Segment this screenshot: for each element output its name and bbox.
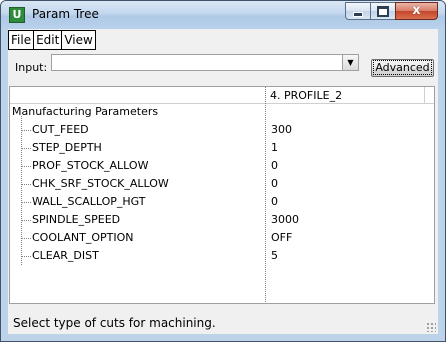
param-name: CLEAR_DIST — [32, 249, 99, 262]
param-value[interactable]: 300 — [271, 123, 292, 136]
param-name: STEP_DEPTH — [32, 141, 102, 154]
window-title: Param Tree — [32, 7, 99, 21]
maximize-button[interactable] — [370, 2, 396, 20]
menu-view[interactable]: View — [61, 30, 96, 50]
param-value[interactable]: 0 — [271, 177, 278, 190]
minimize-button[interactable] — [345, 2, 371, 20]
param-name: WALL_SCALLOP_HGT — [32, 195, 146, 208]
tree-row-clear-dist[interactable]: CLEAR_DIST 5 — [10, 247, 434, 265]
tree-branch — [22, 202, 31, 203]
tree-row-coolant-option[interactable]: COOLANT_OPTION OFF — [10, 229, 434, 247]
tree-branch — [22, 256, 31, 257]
input-combobox[interactable]: ▼ — [51, 54, 359, 71]
column-header-label: 4. PROFILE_2 — [270, 89, 343, 102]
tree-branch — [22, 184, 31, 185]
tree-root-label: Manufacturing Parameters — [12, 105, 159, 118]
header-divider — [424, 87, 425, 103]
param-value[interactable]: 0 — [271, 195, 278, 208]
param-name: PROF_STOCK_ALLOW — [32, 159, 149, 172]
status-message: Select type of cuts for machining. — [13, 316, 216, 330]
menu-bar: File Edit View — [8, 30, 96, 50]
tree-branch — [22, 148, 31, 149]
input-label: Input: — [15, 61, 48, 74]
tree-branch — [22, 220, 31, 221]
tree-branch — [22, 166, 31, 167]
param-tree-panel[interactable]: 4. PROFILE_2 Manufacturing Parameters CU… — [9, 86, 435, 304]
param-name: CHK_SRF_STOCK_ALLOW — [32, 177, 169, 190]
title-bar[interactable]: U Param Tree x — [1, 1, 445, 29]
menu-file[interactable]: File — [8, 30, 35, 50]
tree-row-cut-feed[interactable]: CUT_FEED 300 — [10, 121, 434, 139]
tree-branch — [22, 238, 31, 239]
tree-branch — [22, 130, 31, 131]
menu-edit[interactable]: Edit — [33, 30, 63, 50]
dropdown-button[interactable]: ▼ — [342, 55, 358, 70]
resize-grip-icon[interactable] — [426, 322, 436, 332]
param-value[interactable]: 1 — [271, 141, 278, 154]
param-value[interactable]: 3000 — [271, 213, 299, 226]
advanced-button-label: Advanced — [373, 60, 432, 75]
tree-row-prof-stock-allow[interactable]: PROF_STOCK_ALLOW 0 — [10, 157, 434, 175]
close-icon: x — [412, 3, 421, 18]
client-area: File Edit View Input: ▼ Advanced 4. PROF… — [8, 29, 438, 334]
param-name: COOLANT_OPTION — [32, 231, 134, 244]
param-value[interactable]: OFF — [271, 231, 292, 244]
param-value[interactable]: 5 — [271, 249, 278, 262]
tree-row-chk-srf-stock-allow[interactable]: CHK_SRF_STOCK_ALLOW 0 — [10, 175, 434, 193]
close-button[interactable]: x — [395, 2, 438, 20]
param-tree-window: U Param Tree x File Edit View Input: ▼ A… — [0, 0, 446, 342]
advanced-button[interactable]: Advanced — [371, 59, 434, 77]
minimize-icon — [353, 12, 363, 17]
chevron-down-icon: ▼ — [347, 58, 354, 67]
param-name: SPINDLE_SPEED — [32, 213, 121, 226]
tree-row-step-depth[interactable]: STEP_DEPTH 1 — [10, 139, 434, 157]
tree-root-row[interactable]: Manufacturing Parameters — [10, 103, 434, 121]
param-value[interactable]: 0 — [271, 159, 278, 172]
app-icon: U — [9, 7, 25, 23]
param-name: CUT_FEED — [32, 123, 89, 136]
tree-row-spindle-speed[interactable]: SPINDLE_SPEED 3000 — [10, 211, 434, 229]
maximize-icon — [377, 5, 389, 17]
tree-row-wall-scallop-hgt[interactable]: WALL_SCALLOP_HGT 0 — [10, 193, 434, 211]
column-header: 4. PROFILE_2 — [10, 87, 434, 104]
